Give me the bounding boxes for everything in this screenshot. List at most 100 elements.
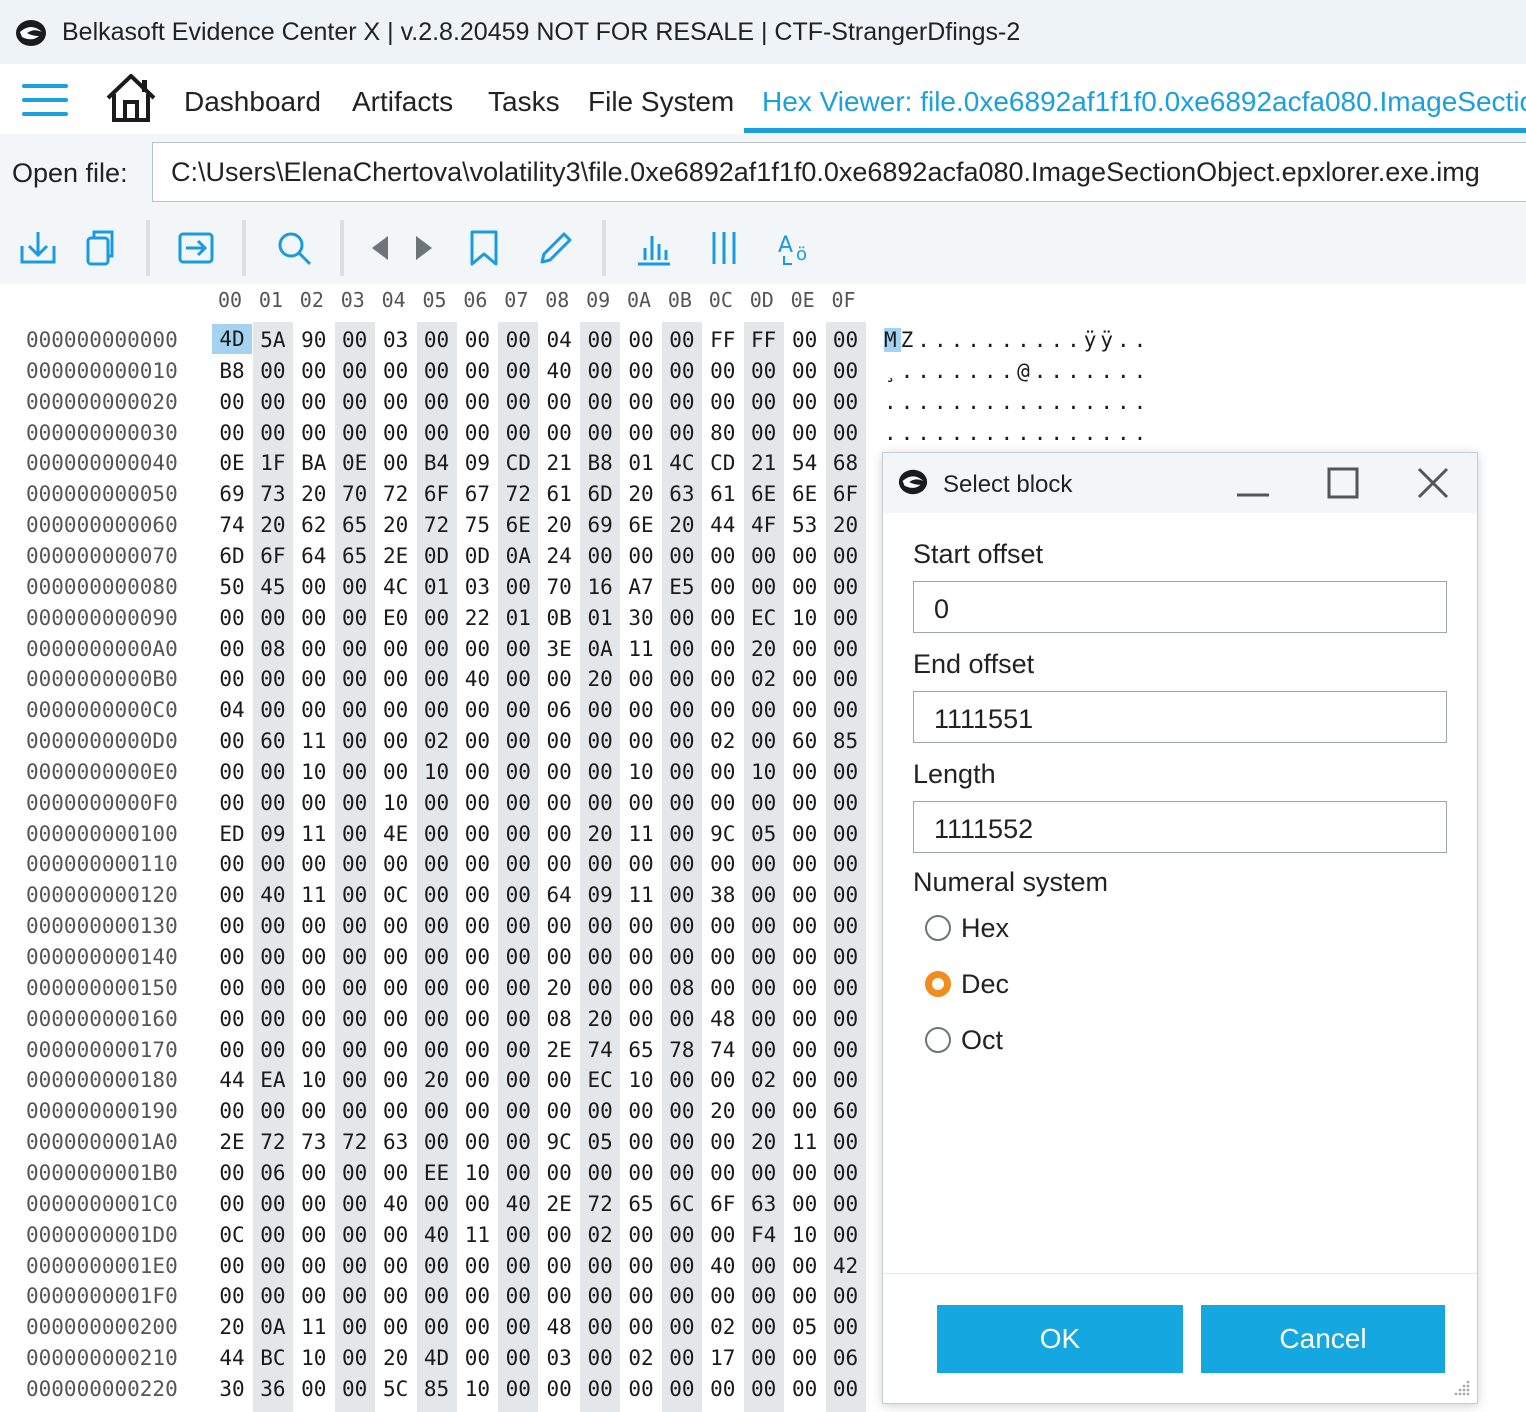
hex-byte[interactable]: 00 <box>294 791 334 815</box>
hex-byte[interactable]: 00 <box>498 1038 538 1062</box>
hex-byte[interactable]: 6D <box>580 482 620 506</box>
ascii-text[interactable]: ¸.......@....... <box>884 359 1150 383</box>
radio-oct-label[interactable]: Oct <box>961 1025 1003 1056</box>
hex-byte[interactable]: 00 <box>662 760 702 784</box>
hex-byte[interactable]: 40 <box>498 1192 538 1216</box>
hex-byte[interactable]: 00 <box>212 914 252 938</box>
hex-byte[interactable]: 00 <box>376 1161 416 1185</box>
hex-byte[interactable]: 00 <box>376 637 416 661</box>
hex-byte[interactable]: 74 <box>703 1038 743 1062</box>
hex-byte[interactable]: 6E <box>744 482 784 506</box>
hex-byte[interactable]: 00 <box>621 1099 661 1123</box>
hex-byte[interactable]: 00 <box>621 1130 661 1154</box>
hex-row[interactable]: 000000000020 00 00 00 00 00 00 00 00 00 00 00 00 00 00… <box>12 386 1526 417</box>
hex-byte[interactable]: 00 <box>335 1007 375 1031</box>
hex-byte[interactable]: 00 <box>253 791 293 815</box>
hex-byte[interactable]: 02 <box>417 729 457 753</box>
nav-hex-viewer-tab[interactable]: Hex Viewer: file.0xe6892af1f1f0.0xe6892a… <box>762 86 1526 118</box>
hex-byte[interactable]: EC <box>744 606 784 630</box>
hex-byte[interactable]: 00 <box>744 544 784 568</box>
hex-byte[interactable]: 00 <box>744 390 784 414</box>
hex-byte[interactable]: 85 <box>826 729 866 753</box>
hex-byte[interactable]: 20 <box>826 513 866 537</box>
hex-byte[interactable]: 11 <box>621 822 661 846</box>
hex-byte[interactable]: 50 <box>212 575 252 599</box>
hex-byte[interactable]: 00 <box>294 359 334 383</box>
hex-byte[interactable]: 00 <box>580 1284 620 1308</box>
hex-byte[interactable]: 00 <box>539 1161 579 1185</box>
hex-byte[interactable]: 48 <box>703 1007 743 1031</box>
ok-button[interactable]: OK <box>937 1305 1183 1373</box>
hex-byte[interactable]: 00 <box>785 421 825 445</box>
hex-byte[interactable]: 00 <box>580 945 620 969</box>
hex-byte[interactable]: 00 <box>580 1254 620 1278</box>
hex-byte[interactable]: 00 <box>826 852 866 876</box>
chart-icon[interactable] <box>632 226 676 270</box>
hex-byte[interactable]: 00 <box>826 976 866 1000</box>
hex-byte[interactable]: 00 <box>539 945 579 969</box>
hex-byte[interactable]: 00 <box>826 359 866 383</box>
hex-byte[interactable]: 00 <box>335 729 375 753</box>
radio-hex-label[interactable]: Hex <box>961 913 1009 944</box>
hex-byte[interactable]: 00 <box>335 606 375 630</box>
hex-byte[interactable]: 00 <box>335 1192 375 1216</box>
hex-byte[interactable]: 00 <box>826 637 866 661</box>
hex-byte[interactable]: 00 <box>785 822 825 846</box>
hex-byte[interactable]: 44 <box>212 1346 252 1370</box>
hex-byte[interactable]: 9C <box>703 822 743 846</box>
hex-byte[interactable]: 00 <box>662 544 702 568</box>
hex-byte[interactable]: 22 <box>457 606 497 630</box>
hex-byte[interactable]: 00 <box>212 945 252 969</box>
hex-byte[interactable]: 61 <box>703 482 743 506</box>
hex-byte[interactable]: 00 <box>703 544 743 568</box>
hex-byte[interactable]: CD <box>498 451 538 475</box>
hex-byte[interactable]: 00 <box>580 1346 620 1370</box>
hex-byte[interactable]: 00 <box>621 729 661 753</box>
hex-byte[interactable]: 08 <box>539 1007 579 1031</box>
hex-byte[interactable]: 00 <box>539 791 579 815</box>
hex-byte[interactable]: 9C <box>539 1130 579 1154</box>
hex-byte[interactable]: 40 <box>376 1192 416 1216</box>
hex-byte[interactable]: 00 <box>539 729 579 753</box>
copy-icon[interactable] <box>78 226 122 270</box>
hex-byte[interactable]: 44 <box>212 1068 252 1092</box>
hex-byte[interactable]: 00 <box>376 1038 416 1062</box>
hex-byte[interactable]: 00 <box>212 1099 252 1123</box>
hex-byte[interactable]: 72 <box>580 1192 620 1216</box>
hex-byte[interactable]: 00 <box>703 976 743 1000</box>
hex-byte[interactable]: 06 <box>253 1161 293 1185</box>
hex-byte[interactable]: 00 <box>826 1161 866 1185</box>
hex-byte[interactable]: 00 <box>417 852 457 876</box>
hex-byte[interactable]: 00 <box>703 606 743 630</box>
hex-byte[interactable]: 00 <box>457 1315 497 1339</box>
hex-byte[interactable]: 00 <box>662 883 702 907</box>
hex-byte[interactable]: 10 <box>457 1161 497 1185</box>
hex-byte[interactable]: 00 <box>826 667 866 691</box>
hex-byte[interactable]: 00 <box>417 637 457 661</box>
hex-byte[interactable]: 65 <box>335 513 375 537</box>
hex-byte[interactable]: 00 <box>785 1284 825 1308</box>
hex-byte[interactable]: 72 <box>417 513 457 537</box>
hex-byte[interactable]: 00 <box>539 390 579 414</box>
hex-byte[interactable]: 11 <box>294 729 334 753</box>
hex-byte[interactable]: 2E <box>212 1130 252 1154</box>
hex-byte[interactable]: 0C <box>376 883 416 907</box>
hex-byte[interactable]: 00 <box>376 667 416 691</box>
hex-byte[interactable]: 00 <box>580 791 620 815</box>
hex-byte[interactable]: 00 <box>457 852 497 876</box>
hex-byte[interactable]: 4D <box>212 324 252 354</box>
hex-byte[interactable]: 00 <box>376 729 416 753</box>
hex-byte[interactable]: 67 <box>457 482 497 506</box>
hex-byte[interactable]: 10 <box>785 606 825 630</box>
hex-byte[interactable]: 00 <box>498 1346 538 1370</box>
hex-byte[interactable]: 00 <box>253 914 293 938</box>
hex-byte[interactable]: 00 <box>498 1161 538 1185</box>
hex-byte[interactable]: 20 <box>580 822 620 846</box>
hex-byte[interactable]: 74 <box>212 513 252 537</box>
hex-byte[interactable]: 00 <box>744 791 784 815</box>
hex-byte[interactable]: F4 <box>744 1223 784 1247</box>
hex-byte[interactable]: 01 <box>498 606 538 630</box>
hex-byte[interactable]: 00 <box>294 698 334 722</box>
hex-byte[interactable]: 00 <box>335 1315 375 1339</box>
hex-byte[interactable]: 00 <box>376 1223 416 1247</box>
